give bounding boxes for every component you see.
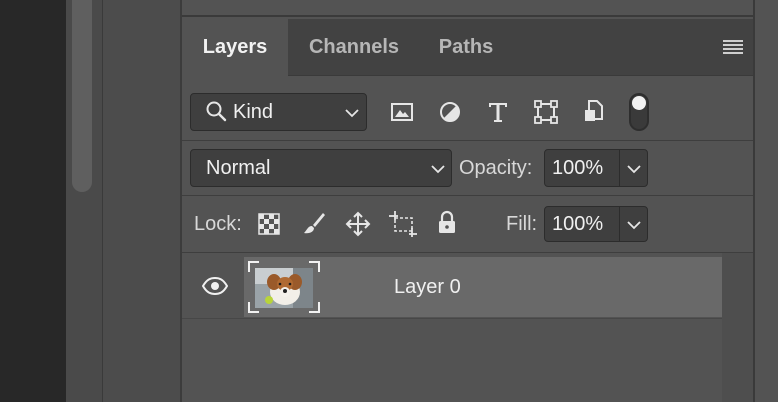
layer-thumbnail[interactable] [248, 261, 320, 313]
lock-transparent-pixels-icon[interactable] [258, 213, 280, 235]
eye-icon[interactable] [202, 276, 228, 296]
tab-paths[interactable]: Paths [420, 19, 512, 75]
screen-right-edge [755, 0, 778, 402]
shape-layer-filter-icon[interactable] [534, 100, 558, 124]
chevron-down-icon [431, 165, 445, 174]
lock-artboard-icon[interactable] [389, 211, 417, 237]
chevron-down-icon[interactable] [627, 165, 641, 174]
fill-label: Fill: [506, 213, 538, 235]
opacity-field[interactable]: 100% [544, 149, 648, 187]
adjustment-layer-filter-icon[interactable] [438, 100, 462, 124]
tab-channels[interactable]: Channels [292, 19, 416, 75]
panel-tab-bar: Layers Channels Paths [182, 19, 753, 76]
field-divider [619, 150, 620, 186]
opacity-value: 100% [552, 157, 604, 179]
lock-row: Lock: Fill: 100% [182, 196, 753, 253]
fill-field[interactable]: 100% [544, 206, 648, 242]
blend-mode-value: Normal [206, 157, 271, 179]
layer-list-scroll-gutter [722, 253, 753, 402]
filter-toggle-switch[interactable] [629, 93, 649, 131]
smart-object-filter-icon[interactable] [582, 99, 606, 123]
kind-filter-label: Kind [233, 101, 274, 123]
layers-panel: Layers Channels Paths Kind Normal Opacit… [182, 0, 755, 402]
layer-name[interactable]: Layer 0 [394, 276, 461, 299]
canvas-area-edge [0, 0, 66, 402]
panel-menu-icon[interactable] [723, 40, 743, 54]
tab-layers[interactable]: Layers [182, 19, 288, 76]
chevron-down-icon[interactable] [627, 221, 641, 230]
scrollbar-thumb[interactable] [72, 0, 92, 192]
chevron-down-icon [345, 109, 359, 118]
filter-row: Kind [182, 84, 753, 141]
lock-image-pixels-icon[interactable] [302, 211, 326, 235]
fill-value: 100% [552, 213, 604, 235]
lock-label: Lock: [194, 213, 242, 235]
field-divider [619, 207, 620, 241]
blend-row: Normal Opacity: 100% [182, 141, 753, 196]
opacity-label: Opacity: [459, 157, 533, 179]
layer-row[interactable]: Layer 0 [244, 257, 722, 317]
type-layer-filter-icon[interactable] [486, 100, 510, 124]
pixel-layer-filter-icon[interactable] [390, 100, 414, 124]
lock-all-icon[interactable] [435, 210, 459, 234]
panel-dock-strip [103, 0, 182, 402]
dog-with-ball-thumbnail [255, 268, 313, 308]
blend-mode-dropdown[interactable]: Normal [190, 149, 452, 187]
row-divider [182, 318, 722, 319]
panel-top-strip [182, 0, 753, 17]
search-icon [206, 101, 227, 122]
lock-position-icon[interactable] [345, 211, 371, 237]
kind-filter-dropdown[interactable]: Kind [190, 93, 367, 131]
filter-toggle-icon [632, 96, 646, 110]
